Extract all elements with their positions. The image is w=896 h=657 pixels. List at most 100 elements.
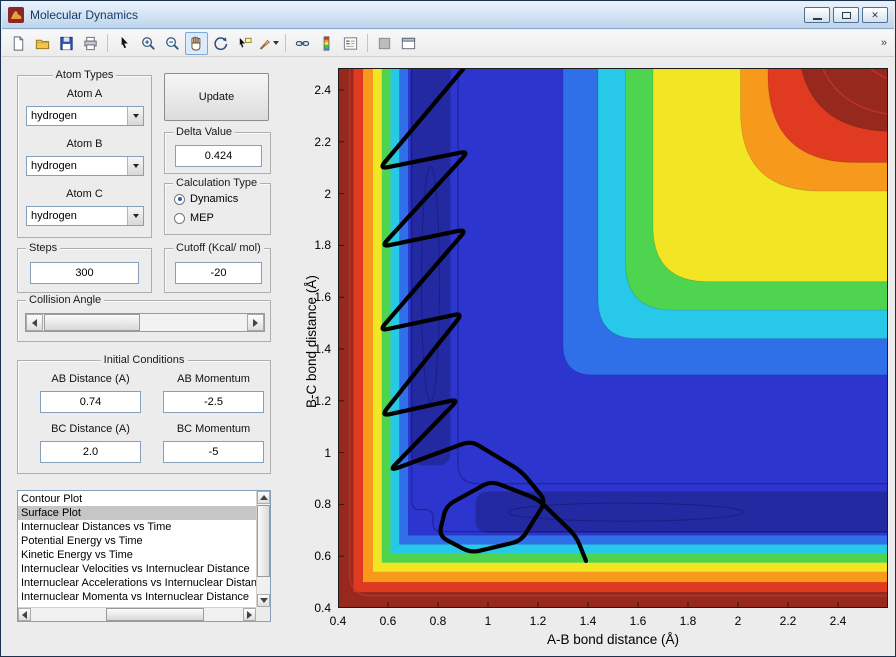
save-button[interactable] (55, 32, 78, 55)
pointer-button[interactable] (113, 32, 136, 55)
pan-button[interactable] (185, 31, 208, 55)
list-item[interactable]: Internuclear Velocities vs Internuclear … (18, 562, 256, 576)
arrow-left-icon (22, 610, 27, 619)
ab-distance-field[interactable]: 0.74 (40, 391, 141, 413)
close-button[interactable] (862, 7, 888, 23)
toolbar-overflow-chevron[interactable]: » (881, 37, 889, 49)
minimize-button[interactable] (804, 7, 830, 23)
rotate-3d-button[interactable] (209, 32, 232, 55)
list-item[interactable]: Potential Energy vs Time (18, 534, 256, 548)
brush-button[interactable] (257, 32, 280, 55)
minimize-icon (812, 18, 822, 20)
list-item[interactable]: Surface Plot (18, 506, 256, 520)
atom-b-value: hydrogen (31, 160, 77, 172)
vertical-scrollbar[interactable] (256, 491, 270, 607)
arrow-up-icon (259, 495, 268, 500)
y-tick-label: 1.8 (314, 238, 331, 253)
plot-area: A-B bond distance (Å) B-C bond distance … (304, 68, 888, 647)
radio-icon[interactable] (174, 193, 185, 205)
list-item[interactable]: Internuclear Distances vs Time (18, 520, 256, 534)
mep-radio[interactable]: MEP (174, 212, 214, 224)
atom-c-dropdown[interactable]: hydrogen (26, 206, 144, 226)
plot-list: Contour Plot Surface Plot Internuclear Dis… (18, 492, 256, 607)
scroll-up-button[interactable] (257, 491, 270, 504)
bc-momentum-label: BC Momentum (176, 423, 251, 435)
radio-icon[interactable] (174, 212, 185, 224)
ab-momentum-field[interactable]: -2.5 (163, 391, 264, 413)
slider-right-arrow[interactable] (247, 314, 264, 331)
slider-thumb[interactable] (44, 314, 140, 331)
print-button[interactable] (79, 32, 102, 55)
plottools-show-icon (401, 37, 416, 49)
plottools-hide-icon (378, 37, 391, 49)
zoom-out-button[interactable] (161, 32, 184, 55)
dynamics-radio[interactable]: Dynamics (174, 193, 238, 205)
scroll-left-button[interactable] (18, 608, 31, 621)
atom-c-dropdown-button[interactable] (127, 207, 143, 225)
initial-conditions-title: Initial Conditions (100, 354, 188, 366)
atom-a-dropdown-button[interactable] (127, 107, 143, 125)
plot-type-listbox[interactable]: Contour Plot Surface Plot Internuclear Dis… (17, 490, 271, 622)
steps-title: Steps (26, 242, 61, 254)
window-controls (804, 7, 888, 23)
x-tick-label: 1.2 (529, 614, 547, 628)
calculation-type-panel: Calculation Type Dynamics MEP (164, 177, 271, 235)
x-tick-label: 1.6 (629, 614, 647, 628)
update-button[interactable]: Update (164, 73, 269, 121)
open-file-button[interactable] (31, 32, 54, 55)
cutoff-field[interactable]: -20 (175, 262, 262, 284)
link-plots-button[interactable] (291, 32, 314, 55)
plottools-hide-button[interactable] (373, 32, 396, 55)
atom-a-dropdown[interactable]: hydrogen (26, 106, 144, 126)
bc-distance-field[interactable]: 2.0 (40, 441, 141, 463)
scroll-right-button[interactable] (243, 608, 256, 621)
chevron-down-icon (132, 214, 139, 218)
steps-field[interactable]: 300 (30, 262, 139, 284)
vertical-scroll-thumb[interactable] (257, 505, 270, 577)
insert-legend-button[interactable] (339, 32, 362, 55)
data-cursor-button[interactable] (233, 32, 256, 55)
new-file-button[interactable] (7, 32, 30, 55)
list-item[interactable]: Internuclear Accelerations vs Internucle… (18, 576, 256, 590)
brush-dropdown-icon[interactable] (273, 41, 279, 45)
horizontal-scroll-thumb[interactable] (106, 608, 204, 621)
x-tick-label: 2.2 (779, 614, 797, 628)
x-tick-label: 0.8 (429, 614, 447, 628)
list-item[interactable]: Internuclear Momenta vs Internuclear Dis… (18, 590, 256, 604)
collision-angle-slider[interactable] (25, 313, 265, 332)
arrow-down-icon (259, 598, 268, 603)
atom-b-dropdown[interactable]: hydrogen (26, 156, 144, 176)
y-tick-label: 2.4 (314, 83, 331, 97)
axes-border (338, 68, 888, 608)
link-plots-icon (295, 40, 310, 46)
ab-distance-label: AB Distance (A) (51, 373, 130, 385)
insert-colorbar-button[interactable] (315, 32, 338, 55)
bc-momentum-field[interactable]: -5 (163, 441, 264, 463)
scroll-down-button[interactable] (257, 594, 270, 607)
collision-angle-panel: Collision Angle (17, 294, 271, 342)
atom-types-title: Atom Types (52, 69, 117, 81)
zoom-in-icon (142, 36, 155, 50)
list-item[interactable]: Contour Plot (18, 492, 256, 506)
maximize-button[interactable] (833, 7, 859, 23)
slider-left-arrow[interactable] (26, 314, 43, 331)
plottools-show-button[interactable] (397, 32, 420, 55)
delta-value-title: Delta Value (173, 126, 236, 138)
zoom-in-button[interactable] (137, 32, 160, 55)
delta-value-field[interactable]: 0.424 (175, 145, 262, 167)
atom-c-label: Atom C (66, 188, 103, 200)
steps-panel: Steps 300 (17, 242, 152, 293)
y-tick-label: 1.2 (314, 393, 331, 408)
dynamics-radio-label: Dynamics (190, 193, 239, 205)
cutoff-title: Cutoff (Kcal/ mol) (173, 242, 264, 254)
slider-track[interactable] (43, 314, 247, 331)
titlebar[interactable]: Molecular Dynamics (2, 2, 894, 29)
window-title: Molecular Dynamics (30, 8, 139, 22)
maximize-icon (841, 11, 851, 19)
delta-value-panel: Delta Value 0.424 (164, 126, 271, 174)
data-cursor-icon (239, 37, 252, 47)
atom-b-dropdown-button[interactable] (127, 157, 143, 175)
horizontal-scrollbar[interactable] (18, 607, 256, 621)
list-item[interactable]: Kinetic Energy vs Time (18, 548, 256, 562)
atom-a-label: Atom A (66, 88, 103, 100)
